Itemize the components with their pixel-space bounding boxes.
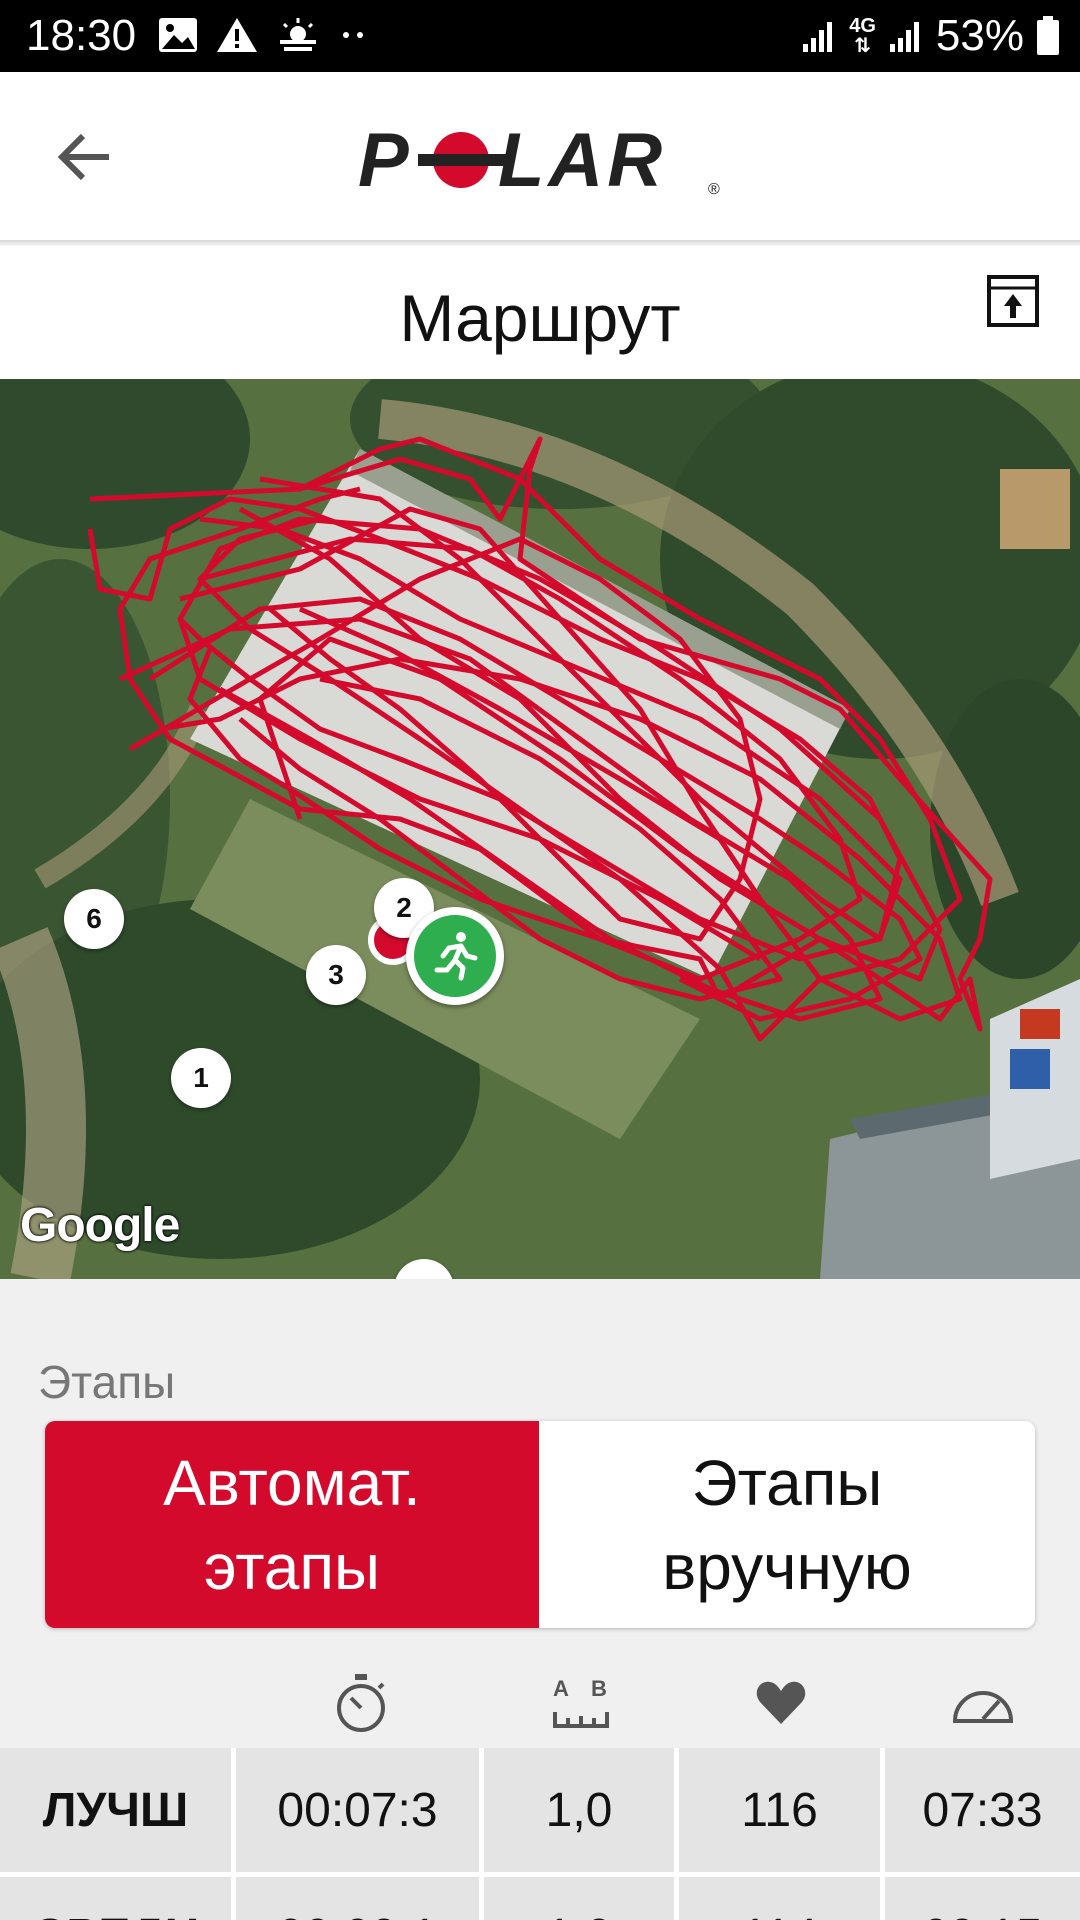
svg-text:P: P — [358, 120, 413, 200]
svg-text:B: B — [591, 1676, 607, 1701]
laps-stats-table: ЛУЧШ 00:07:3 1,0 116 07:33 СРЕДН 00:09:1… — [0, 1748, 1080, 1920]
title-bar: Маршрут — [0, 246, 1080, 379]
pace-gauge-icon — [948, 1668, 1018, 1738]
route-track — [87, 436, 993, 1042]
svg-text:®: ® — [708, 181, 720, 198]
dots-icon — [343, 32, 363, 38]
svg-text:A: A — [553, 1676, 569, 1701]
warning-icon — [217, 18, 257, 52]
distance-ab-icon: AB — [546, 1668, 616, 1738]
pace-cell: 09:15 — [885, 1877, 1080, 1920]
status-notification-icons — [158, 16, 368, 54]
page-title: Маршрут — [399, 281, 681, 355]
status-time: 18:30 — [26, 11, 137, 60]
pace-cell: 07:33 — [885, 1748, 1080, 1872]
route-start-marker[interactable] — [406, 907, 504, 1005]
lap-marker-3[interactable]: 3 — [306, 945, 366, 1005]
export-icon[interactable] — [986, 274, 1040, 328]
distance-cell: 1,0 — [484, 1877, 679, 1920]
route-map[interactable]: 2 6 3 1 5 4 — [0, 379, 1080, 1279]
manual-laps-tab[interactable]: Этапы вручную — [539, 1421, 1035, 1628]
signal-icon — [889, 22, 919, 52]
weather-icon — [280, 18, 316, 51]
row-label: СРЕДН — [0, 1877, 236, 1920]
image-icon — [159, 18, 197, 52]
distance-cell: 1,0 — [484, 1748, 679, 1872]
network-type: 4G ⇅ — [849, 16, 876, 56]
laps-section-label: Этапы — [38, 1356, 176, 1408]
lap-marker-6[interactable]: 6 — [64, 889, 124, 949]
auto-laps-tab[interactable]: Автомат. этапы — [45, 1421, 539, 1628]
running-icon — [434, 932, 478, 981]
google-attribution[interactable]: Google — [20, 1198, 180, 1253]
network-label: 4G — [849, 15, 876, 37]
status-system-icons: 4G ⇅ 53% — [801, 10, 1060, 62]
heart-rate-cell: 114 — [679, 1877, 885, 1920]
status-bar: 18:30 4G ⇅ 53% — [0, 0, 1080, 72]
polar-logo: P LAR ® — [358, 120, 720, 200]
signal-icon — [803, 22, 833, 52]
row-label: ЛУЧШ — [0, 1748, 236, 1872]
heart-rate-cell: 116 — [679, 1748, 885, 1872]
svg-text:LAR: LAR — [498, 120, 666, 200]
time-cell: 00:07:3 — [236, 1748, 484, 1872]
stopwatch-icon — [326, 1668, 396, 1738]
lap-marker-1[interactable]: 1 — [171, 1048, 231, 1108]
app-bar: P LAR ® — [0, 72, 1080, 240]
time-cell: 00:09:1 — [236, 1877, 484, 1920]
back-button[interactable] — [40, 112, 130, 202]
heart-icon — [746, 1668, 816, 1738]
stats-header: AB — [0, 1668, 1080, 1748]
battery-percent: 53% — [935, 11, 1024, 60]
arrow-back-icon — [57, 133, 109, 181]
laps-segmented-control: Автомат. этапы Этапы вручную — [45, 1421, 1035, 1628]
battery-icon — [1037, 16, 1059, 55]
table-row[interactable]: ЛУЧШ 00:07:3 1,0 116 07:33 — [0, 1748, 1080, 1872]
table-row[interactable]: СРЕДН 00:09:1 1,0 114 09:15 — [0, 1872, 1080, 1920]
data-arrows-icon: ⇅ — [854, 35, 871, 57]
